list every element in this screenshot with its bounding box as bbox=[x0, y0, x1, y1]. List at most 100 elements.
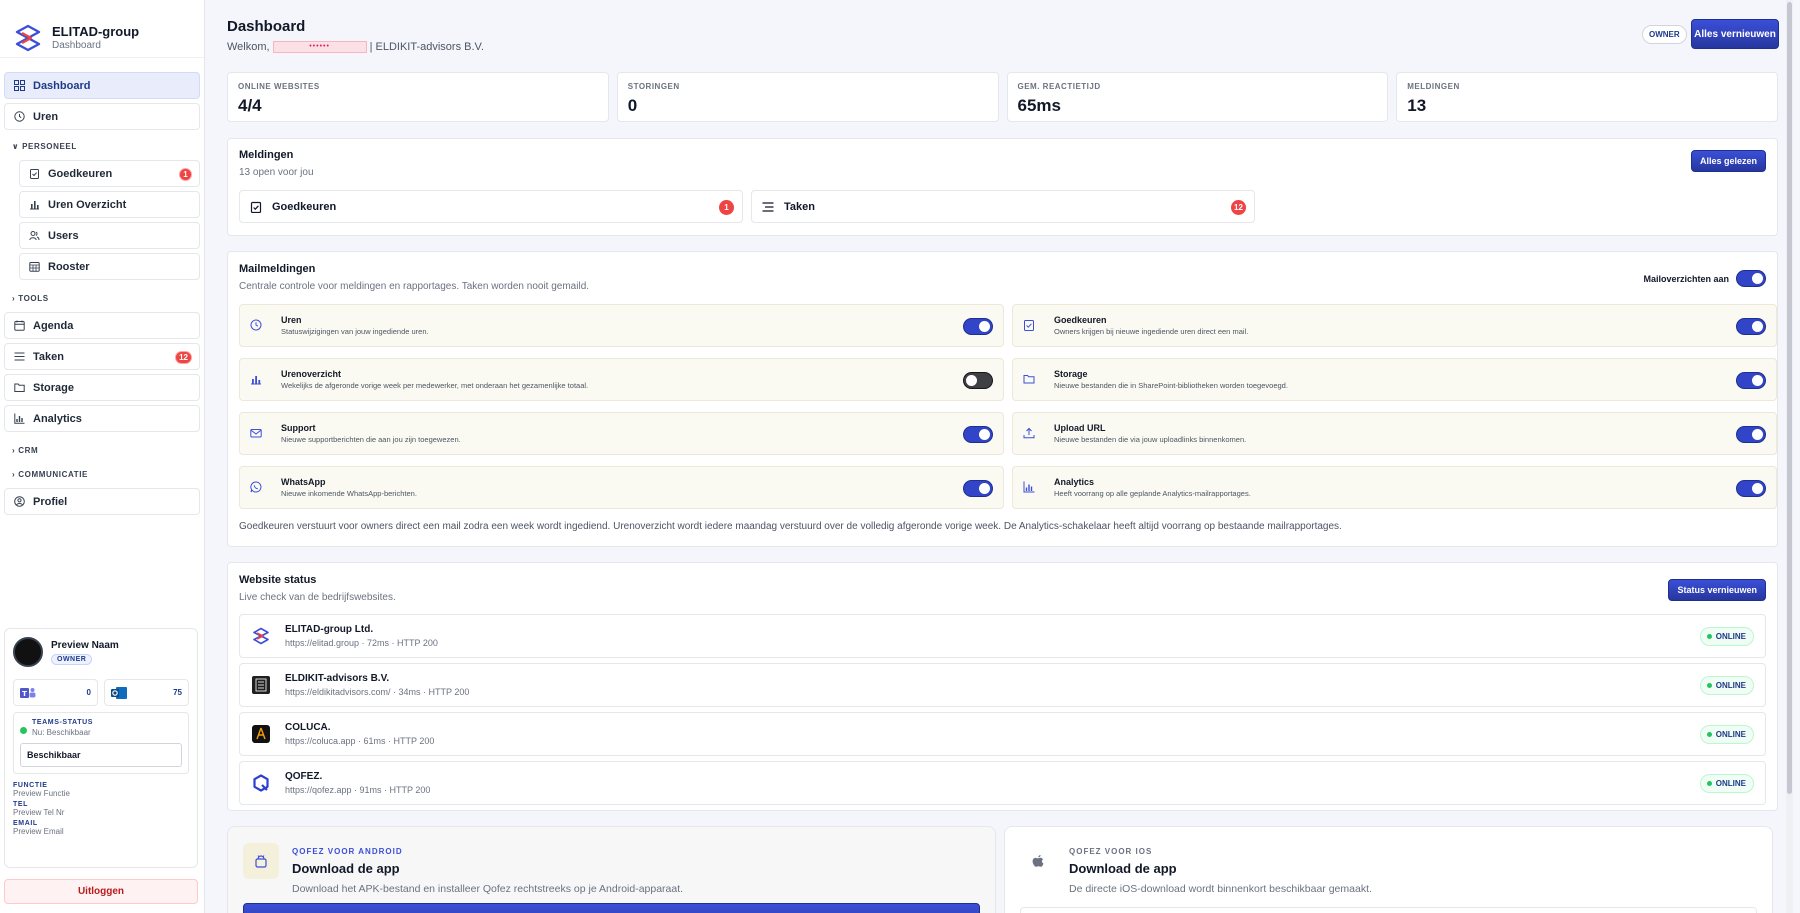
mail-tile-desc: Nieuwe bestanden die in SharePoint-bibli… bbox=[1054, 381, 1288, 390]
teams-status-box: TEAMS-STATUS Nu: Beschikbaar Beschikbaar bbox=[13, 712, 189, 774]
owner-role-pill: OWNER bbox=[1642, 25, 1687, 44]
section-label: PERSONEEL bbox=[22, 141, 77, 151]
sidebar-item-label: Profiel bbox=[33, 495, 68, 508]
profile-name: Preview Naam bbox=[51, 639, 119, 651]
company-name: | ELDIKIT-advisors B.V. bbox=[369, 41, 484, 53]
toggle-whatsapp[interactable] bbox=[963, 480, 993, 497]
toggle-storage[interactable] bbox=[1736, 372, 1766, 389]
brand-subtitle: Dashboard bbox=[52, 40, 101, 51]
status-badge: ONLINE bbox=[1699, 676, 1754, 695]
logout-button[interactable]: Uitloggen bbox=[4, 879, 198, 904]
sidebar-item-users[interactable]: Users bbox=[19, 222, 200, 249]
sidebar-item-storage[interactable]: Storage bbox=[4, 374, 200, 401]
toggle-support[interactable] bbox=[963, 426, 993, 443]
main-content: Dashboard Welkom, •••••• | ELDIKIT-advis… bbox=[205, 0, 1793, 913]
card-title: Website status bbox=[239, 574, 317, 586]
website-row[interactable]: ELDIKIT-advisors B.V. https://eldikitadvi… bbox=[239, 663, 1766, 707]
sidebar-item-dashboard[interactable]: Dashboard bbox=[4, 72, 200, 99]
card-subtitle: Centrale controle voor meldingen en rapp… bbox=[239, 281, 590, 292]
sidebar-item-profiel[interactable]: Profiel bbox=[4, 488, 200, 515]
app-kicker: QOFEZ VOOR IOS bbox=[1069, 847, 1153, 856]
sidebar-item-rooster[interactable]: Rooster bbox=[19, 253, 200, 280]
qofez-logo-icon bbox=[253, 774, 269, 792]
analytics-icon bbox=[1023, 481, 1037, 495]
status-dot bbox=[1706, 683, 1712, 688]
teams-counter[interactable]: T 0 bbox=[13, 679, 98, 706]
sidebar-item-uren-overzicht[interactable]: Uren Overzicht bbox=[19, 191, 200, 218]
android-app-card: QOFEZ VOOR ANDROID Download de app Downl… bbox=[227, 826, 996, 913]
section-toggle-tools[interactable]: › TOOLS bbox=[4, 288, 200, 308]
brand-logo-icon bbox=[15, 24, 41, 51]
notification-tile-goedkeuren[interactable]: Goedkeuren 1 bbox=[239, 190, 743, 223]
sidebar-item-taken[interactable]: Taken 12 bbox=[4, 343, 200, 370]
mark-all-read-button[interactable]: Alles gelezen bbox=[1690, 150, 1766, 172]
section-toggle-crm[interactable]: › CRM bbox=[4, 440, 200, 460]
stat-value: 0 bbox=[627, 96, 638, 115]
master-toggle[interactable] bbox=[1736, 270, 1766, 287]
teams-status-title: TEAMS-STATUS bbox=[32, 719, 93, 726]
notification-tile-taken[interactable]: Taken 12 bbox=[751, 190, 1255, 223]
mail-tile-storage: Storage Nieuwe bestanden die in SharePoin… bbox=[1012, 358, 1777, 401]
mail-tile-title: Storage bbox=[1054, 369, 1088, 379]
website-row[interactable]: QOFEZ. https://qofez.app · 91ms · HTTP 20… bbox=[239, 761, 1766, 805]
app-desc: Download het APK-bestand en installeer Q… bbox=[292, 883, 684, 895]
tel-value: Preview Tel Nr bbox=[13, 808, 65, 817]
stat-storingen: STORINGEN 0 bbox=[616, 72, 999, 122]
ios-download-button[interactable] bbox=[1020, 907, 1757, 913]
chevron-down-icon: ∨ bbox=[12, 141, 20, 151]
mail-tile-goedkeuren: Goedkeuren Owners krijgen bij nieuwe inge… bbox=[1012, 304, 1777, 347]
masked-user-name: •••••• bbox=[272, 41, 367, 53]
clipboard-check-icon bbox=[250, 201, 262, 213]
mail-tile-desc: Wekelijks de afgeronde vorige week per m… bbox=[281, 381, 589, 390]
sidebar-item-agenda[interactable]: Agenda bbox=[4, 312, 200, 339]
teams-icon: T bbox=[20, 687, 36, 698]
stat-label: ONLINE WEBSITES bbox=[238, 82, 320, 91]
chevron-right-icon: › bbox=[12, 293, 16, 303]
toggle-urenoverzicht[interactable] bbox=[963, 372, 993, 389]
notifications-card: Meldingen 13 open voor jou Alles gelezen… bbox=[227, 138, 1778, 236]
card-title: Meldingen bbox=[239, 149, 294, 161]
mail-tile-desc: Owners krijgen bij nieuwe ingediende ure… bbox=[1054, 327, 1249, 336]
sidebar-item-analytics[interactable]: Analytics bbox=[4, 405, 200, 432]
section-toggle-communicatie[interactable]: › COMMUNICATIE bbox=[4, 464, 200, 484]
stat-value: 4/4 bbox=[238, 96, 262, 115]
download-apk-button[interactable] bbox=[243, 903, 980, 913]
mail-tile-title: Upload URL bbox=[1054, 423, 1106, 433]
scrollbar-thumb[interactable] bbox=[1787, 2, 1792, 794]
avatar[interactable] bbox=[13, 637, 43, 667]
toggle-uren[interactable] bbox=[963, 318, 993, 335]
mail-settings-card: Mailmeldingen Centrale controle voor mel… bbox=[227, 251, 1778, 547]
list-icon bbox=[13, 351, 25, 363]
brand[interactable]: ELITAD-group Dashboard bbox=[0, 0, 204, 58]
status-dot bbox=[1706, 634, 1712, 639]
website-meta: https://eldikitadvisors.com/ · 34ms · HT… bbox=[285, 687, 470, 697]
mail-tile-uren: Uren Statuswijzigingen van jouw ingediend… bbox=[239, 304, 1004, 347]
scrollbar[interactable] bbox=[1786, 0, 1793, 913]
outlook-icon bbox=[111, 686, 127, 699]
brand-name: ELITAD-group bbox=[52, 24, 140, 39]
refresh-all-button[interactable]: Alles vernieuwen bbox=[1691, 19, 1779, 49]
coluca-logo-icon bbox=[252, 725, 270, 743]
status-text: ONLINE bbox=[1715, 779, 1746, 788]
website-row[interactable]: COLUCA. https://coluca.app · 61ms · HTTP … bbox=[239, 712, 1766, 756]
website-name: ELITAD-group Ltd. bbox=[285, 624, 374, 635]
tel-label: TEL bbox=[13, 801, 29, 808]
users-icon bbox=[28, 230, 40, 242]
mail-icon bbox=[250, 427, 264, 441]
sidebar-item-label: Analytics bbox=[33, 412, 82, 425]
website-row[interactable]: ELITAD-group Ltd. https://elitad.group · … bbox=[239, 614, 1766, 658]
status-dot bbox=[1706, 732, 1712, 737]
status-text: ONLINE bbox=[1715, 681, 1746, 690]
section-toggle-personeel[interactable]: ∨ PERSONEEL bbox=[4, 136, 200, 156]
sidebar-item-goedkeuren[interactable]: Goedkeuren 1 bbox=[19, 160, 200, 187]
teams-status-select[interactable]: Beschikbaar bbox=[20, 743, 182, 767]
toggle-goedkeuren[interactable] bbox=[1736, 318, 1766, 335]
toggle-upload-url[interactable] bbox=[1736, 426, 1766, 443]
mail-tile-analytics: Analytics Heeft voorrang op alle geplande… bbox=[1012, 466, 1777, 509]
calendar-icon bbox=[13, 320, 25, 332]
sidebar-item-uren[interactable]: Uren bbox=[4, 103, 200, 130]
toggle-analytics[interactable] bbox=[1736, 480, 1766, 497]
refresh-status-button[interactable]: Status vernieuwen bbox=[1668, 579, 1766, 601]
folder-icon bbox=[1023, 373, 1037, 387]
outlook-counter[interactable]: 75 bbox=[104, 679, 189, 706]
